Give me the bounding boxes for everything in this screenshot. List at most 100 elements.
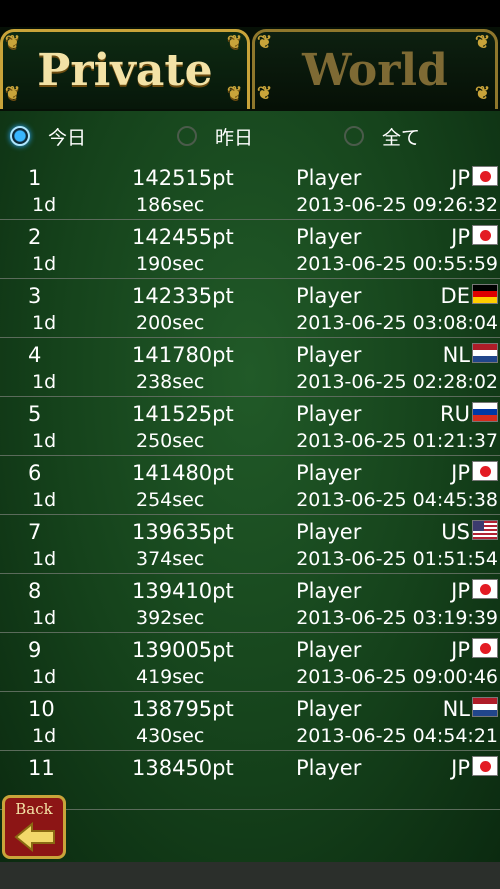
flag-jp-icon	[472, 225, 498, 245]
time-cell: 392sec	[136, 607, 205, 629]
flag-jp-icon	[472, 638, 498, 658]
time-cell: 254sec	[136, 489, 205, 511]
country-code: US	[441, 520, 470, 544]
filter-yesterday[interactable]: 昨日	[177, 121, 253, 151]
filter-all[interactable]: 全て	[344, 121, 420, 151]
flag-jp-icon	[472, 166, 498, 186]
period-cell: 1d	[32, 489, 57, 511]
ornament-icon: ❦	[257, 32, 273, 53]
country-code: RU	[440, 402, 470, 426]
ornament-icon: ❦	[5, 83, 21, 104]
tab-private[interactable]: ❦ ❦ ❦ ❦ Private	[0, 29, 250, 109]
table-row[interactable]: 6 141480pt Player JP 1d 254sec 2013-06-25 04:4…	[0, 456, 500, 515]
table-row[interactable]: 7 139635pt Player US 1d 374sec 2013-06-25 01:5…	[0, 515, 500, 574]
flag-jp-icon	[472, 579, 498, 599]
period-cell: 1d	[32, 725, 57, 747]
period-cell: 1d	[32, 312, 57, 334]
country-code: NL	[442, 697, 470, 721]
table-row[interactable]: 10 138795pt Player NL 1d 430sec 2013-06-25 04:…	[0, 692, 500, 751]
ornament-icon: ❦	[475, 32, 491, 53]
points-cell: 138450pt	[132, 756, 234, 780]
player-name: Player	[296, 166, 362, 190]
country-code: JP	[451, 225, 470, 249]
date-cell: 2013-06-25 00:55:59	[296, 253, 498, 275]
flag-jp-icon	[472, 461, 498, 481]
points-cell: 138795pt	[132, 697, 234, 721]
country-code: JP	[451, 461, 470, 485]
back-label: Back	[15, 800, 53, 818]
rank-cell: 2	[28, 225, 42, 249]
player-name: Player	[296, 343, 362, 367]
rank-cell: 6	[28, 461, 42, 485]
rank-cell: 11	[28, 756, 55, 780]
time-cell: 250sec	[136, 430, 205, 452]
period-cell: 1d	[32, 607, 57, 629]
flag-nl-icon	[472, 343, 498, 363]
table-row[interactable]: 11 138450pt Player JP	[0, 751, 500, 810]
table-row[interactable]: 8 139410pt Player JP 1d 392sec 2013-06-25 03:1…	[0, 574, 500, 633]
points-cell: 142455pt	[132, 225, 234, 249]
filter-today[interactable]: 今日	[10, 121, 86, 151]
table-row[interactable]: 9 139005pt Player JP 1d 419sec 2013-06-25 09:0…	[0, 633, 500, 692]
flag-us-icon	[472, 520, 498, 540]
table-row[interactable]: 1 142515pt Player JP 1d 186sec 2013-06-25 09:2…	[0, 161, 500, 220]
filter-label: 全て	[382, 126, 421, 149]
tab-bar: ❦ ❦ ❦ ❦ Private ❦ ❦ ❦ ❦ World	[0, 27, 500, 111]
back-button[interactable]: Back	[2, 795, 66, 859]
time-cell: 374sec	[136, 548, 205, 570]
country-code: JP	[451, 579, 470, 603]
ornament-icon: ❦	[257, 83, 273, 104]
country-code: DE	[440, 284, 470, 308]
radio-selected-icon[interactable]	[10, 126, 30, 146]
time-cell: 190sec	[136, 253, 205, 275]
radio-unselected-icon[interactable]	[344, 126, 364, 146]
player-name: Player	[296, 520, 362, 544]
rank-cell: 1	[28, 166, 42, 190]
flag-nl-icon	[472, 697, 498, 717]
player-name: Player	[296, 697, 362, 721]
ornament-icon: ❦	[227, 32, 243, 53]
country-code: JP	[451, 166, 470, 190]
ranking-list[interactable]: 1 142515pt Player JP 1d 186sec 2013-06-25 09:2…	[0, 161, 500, 810]
player-name: Player	[296, 756, 362, 780]
period-cell: 1d	[32, 548, 57, 570]
country-code: NL	[442, 343, 470, 367]
points-cell: 141525pt	[132, 402, 234, 426]
rank-cell: 4	[28, 343, 42, 367]
ornament-icon: ❦	[5, 32, 21, 53]
points-cell: 139635pt	[132, 520, 234, 544]
rank-cell: 8	[28, 579, 42, 603]
period-cell: 1d	[32, 371, 57, 393]
rank-cell: 10	[28, 697, 55, 721]
time-cell: 430sec	[136, 725, 205, 747]
radio-unselected-icon[interactable]	[177, 126, 197, 146]
table-row[interactable]: 3 142335pt Player DE 1d 200sec 2013-06-25 03:0…	[0, 279, 500, 338]
table-row[interactable]: 2 142455pt Player JP 1d 190sec 2013-06-25 00:5…	[0, 220, 500, 279]
ornament-icon: ❦	[475, 83, 491, 104]
ranking-panel: 今日 昨日 全て 1 142515pt Player JP 1d 186sec 2013-0…	[0, 111, 500, 862]
flag-de-icon	[472, 284, 498, 304]
tab-world-label: World	[302, 45, 448, 96]
points-cell: 141480pt	[132, 461, 234, 485]
tab-world[interactable]: ❦ ❦ ❦ ❦ World	[252, 29, 498, 109]
period-filter: 今日 昨日 全て	[0, 111, 500, 161]
player-name: Player	[296, 402, 362, 426]
rank-cell: 9	[28, 638, 42, 662]
date-cell: 2013-06-25 09:00:46	[296, 666, 498, 688]
points-cell: 142335pt	[132, 284, 234, 308]
table-row[interactable]: 5 141525pt Player RU 1d 250sec 2013-06-25 01:2…	[0, 397, 500, 456]
date-cell: 2013-06-25 09:26:32	[296, 194, 498, 216]
period-cell: 1d	[32, 194, 57, 216]
filter-label: 昨日	[215, 126, 254, 149]
rank-cell: 7	[28, 520, 42, 544]
points-cell: 139410pt	[132, 579, 234, 603]
player-name: Player	[296, 225, 362, 249]
tab-private-label: Private	[37, 45, 213, 96]
date-cell: 2013-06-25 01:51:54	[296, 548, 498, 570]
arrow-left-icon	[14, 822, 55, 852]
points-cell: 141780pt	[132, 343, 234, 367]
table-row[interactable]: 4 141780pt Player NL 1d 238sec 2013-06-25 02:2…	[0, 338, 500, 397]
time-cell: 238sec	[136, 371, 205, 393]
flag-jp-icon	[472, 756, 498, 776]
player-name: Player	[296, 461, 362, 485]
